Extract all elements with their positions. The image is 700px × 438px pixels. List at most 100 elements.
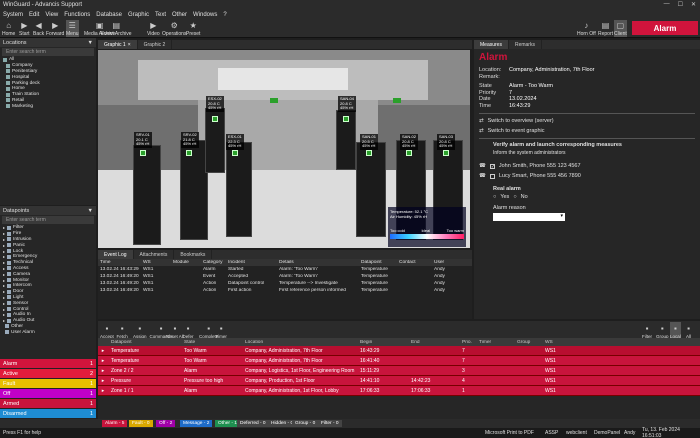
- category-chip[interactable]: Message - 2: [180, 420, 213, 427]
- alarm-reason-select[interactable]: ▾: [493, 213, 565, 221]
- event-archive-button[interactable]: ▤ Event Archive: [101, 20, 132, 38]
- column-header[interactable]: Datapoint: [108, 340, 181, 345]
- close-icon[interactable]: ✕: [691, 1, 696, 8]
- column-header[interactable]: Prio.: [459, 340, 476, 345]
- column-header[interactable]: State: [181, 340, 242, 345]
- tab-measures[interactable]: Measures: [474, 40, 509, 49]
- client-button[interactable]: ▢ Client: [614, 20, 627, 37]
- status-off[interactable]: Off 1: [0, 389, 96, 399]
- sensor-icon[interactable]: [443, 150, 449, 156]
- column-header[interactable]: Details: [277, 260, 359, 265]
- expand-icon[interactable]: ▸: [3, 231, 5, 236]
- status-disarmed[interactable]: Disarmed 1: [0, 409, 96, 419]
- expand-icon[interactable]: ▸: [98, 378, 108, 384]
- expand-icon[interactable]: ▸: [3, 266, 5, 271]
- column-header[interactable]: Group: [514, 340, 542, 345]
- server-rack[interactable]: [356, 142, 386, 237]
- category-chip[interactable]: Deferred - 0: [237, 420, 269, 427]
- filter-icon[interactable]: ▼: [88, 40, 93, 46]
- server-room-graphic[interactable]: SRV-01 20.1 C 45% rH SRV-02 21.8 C 45% r…: [98, 50, 470, 248]
- column-header[interactable]: WS: [141, 260, 171, 265]
- column-header[interactable]: User: [432, 260, 462, 265]
- datapoints-search-input[interactable]: Enter search term: [2, 216, 94, 224]
- sensor-icon[interactable]: [140, 150, 146, 156]
- expand-icon[interactable]: ▸: [3, 283, 5, 288]
- server-rack[interactable]: [226, 142, 252, 237]
- expand-icon[interactable]: ▸: [98, 358, 108, 364]
- alarm-row[interactable]: ▸ Zone 2 / 2 Alarm Company, Logistics, 1st …: [98, 366, 700, 376]
- tab-attachments[interactable]: Attachments: [134, 250, 175, 259]
- event-row[interactable]: 13.02.24 16:43:29 WS1 Alarm Started Alarm: '…: [98, 266, 472, 273]
- group-button[interactable]: ▪ Group: [656, 322, 669, 340]
- expand-icon[interactable]: ▸: [98, 388, 108, 394]
- expand-icon[interactable]: ▸: [3, 237, 5, 242]
- expand-icon[interactable]: ▸: [3, 249, 5, 254]
- preset-button[interactable]: ★ Preset: [186, 20, 200, 38]
- alarm-row[interactable]: ▸ Zone 1 / 1 Alarm Company, Administration,…: [98, 386, 700, 396]
- column-header[interactable]: Begin: [357, 340, 408, 345]
- horn-off-button[interactable]: ♪ Horn Off: [577, 20, 596, 38]
- menu-item[interactable]: ?: [223, 12, 226, 18]
- defer-button[interactable]: ▪ Defer: [183, 322, 194, 340]
- column-header[interactable]: Datapoint: [359, 260, 397, 265]
- maximize-icon[interactable]: ☐: [678, 1, 683, 8]
- category-chip[interactable]: Off - 2: [156, 420, 176, 427]
- assign-button[interactable]: ▪ Assign: [133, 322, 147, 340]
- menu-item[interactable]: Functions: [64, 12, 90, 18]
- reset-all-button[interactable]: ▪ Reset All: [166, 322, 184, 340]
- expand-icon[interactable]: ▸: [3, 243, 5, 248]
- printer-status[interactable]: Microsoft Print to PDF: [485, 430, 534, 436]
- minimize-icon[interactable]: —: [664, 1, 670, 8]
- column-header[interactable]: Category: [201, 260, 226, 265]
- category-chip[interactable]: Alarm - 5: [102, 420, 128, 427]
- event-row[interactable]: 13.02.24 16:49:20 WS1 Action First action Fi…: [98, 287, 472, 294]
- alarm-row[interactable]: ▸ Temperature Too Warm Company, Administrat…: [98, 356, 700, 366]
- column-header[interactable]: Time: [98, 260, 141, 265]
- datapoint-item[interactable]: User Alarm: [3, 329, 96, 335]
- status-active[interactable]: Active 2: [0, 369, 96, 379]
- status-fault[interactable]: Fault 1: [0, 379, 96, 389]
- column-header[interactable]: End: [408, 340, 459, 345]
- menu-item[interactable]: Windows: [193, 12, 217, 18]
- timer-button[interactable]: ▪ Timer: [216, 322, 227, 340]
- fetch-button[interactable]: ▪ Fetch: [117, 322, 128, 340]
- location-item[interactable]: Marketing: [3, 103, 96, 109]
- sensor-icon[interactable]: [186, 150, 192, 156]
- tab-remarks[interactable]: Remarks: [509, 40, 542, 49]
- tab-bookmarks[interactable]: Bookmarks: [174, 250, 213, 259]
- category-chip[interactable]: Filter - 0: [318, 420, 342, 427]
- expand-icon[interactable]: ▸: [98, 368, 108, 374]
- expand-icon[interactable]: ▸: [3, 295, 5, 300]
- alarm-row[interactable]: ▸ Pressure Pressure too high Company, Produ…: [98, 376, 700, 386]
- column-header[interactable]: Location: [242, 340, 357, 345]
- category-chip[interactable]: Fault - 0: [129, 420, 153, 427]
- all-button[interactable]: ▪ All: [684, 322, 693, 340]
- accept-button[interactable]: ▪ Accept: [100, 322, 114, 340]
- expand-icon[interactable]: ▸: [3, 307, 5, 312]
- expand-icon[interactable]: ▸: [3, 272, 5, 277]
- status-armed[interactable]: Armed 1: [0, 399, 96, 409]
- local-button[interactable]: ▪ Local: [670, 322, 681, 339]
- contact-checkbox[interactable]: [489, 173, 495, 179]
- contact-checkbox[interactable]: ✓: [489, 163, 495, 169]
- video-button[interactable]: ▶ Video: [147, 20, 160, 38]
- expand-icon[interactable]: ▸: [3, 318, 5, 323]
- sensor-icon[interactable]: [343, 116, 349, 122]
- sensor-icon[interactable]: [366, 150, 372, 156]
- event-row[interactable]: 13.02.24 16:49:20 WS1 Event Accepted Alarm: …: [98, 273, 472, 280]
- expand-icon[interactable]: ▸: [3, 301, 5, 306]
- menu-item[interactable]: Edit: [29, 12, 39, 18]
- menu-item[interactable]: View: [45, 12, 58, 18]
- column-header[interactable]: Timer: [476, 340, 514, 345]
- sensor-icon[interactable]: [232, 150, 238, 156]
- expand-icon[interactable]: ▸: [3, 312, 5, 317]
- menu-item[interactable]: System: [3, 12, 23, 18]
- server-rack[interactable]: [133, 145, 161, 245]
- event-row[interactable]: 13.02.24 16:49:20 WS1 Action Datapoint cont…: [98, 280, 472, 287]
- sensor-icon[interactable]: [212, 116, 218, 122]
- alarm-button[interactable]: Alarm: [632, 21, 698, 35]
- menu-item[interactable]: Graphic: [128, 12, 149, 18]
- close-icon[interactable]: ×: [128, 42, 131, 48]
- operations-button[interactable]: ⚙ Operations: [162, 20, 186, 38]
- switch-event-graphic-link[interactable]: ⇄ Switch to event graphic: [479, 126, 695, 136]
